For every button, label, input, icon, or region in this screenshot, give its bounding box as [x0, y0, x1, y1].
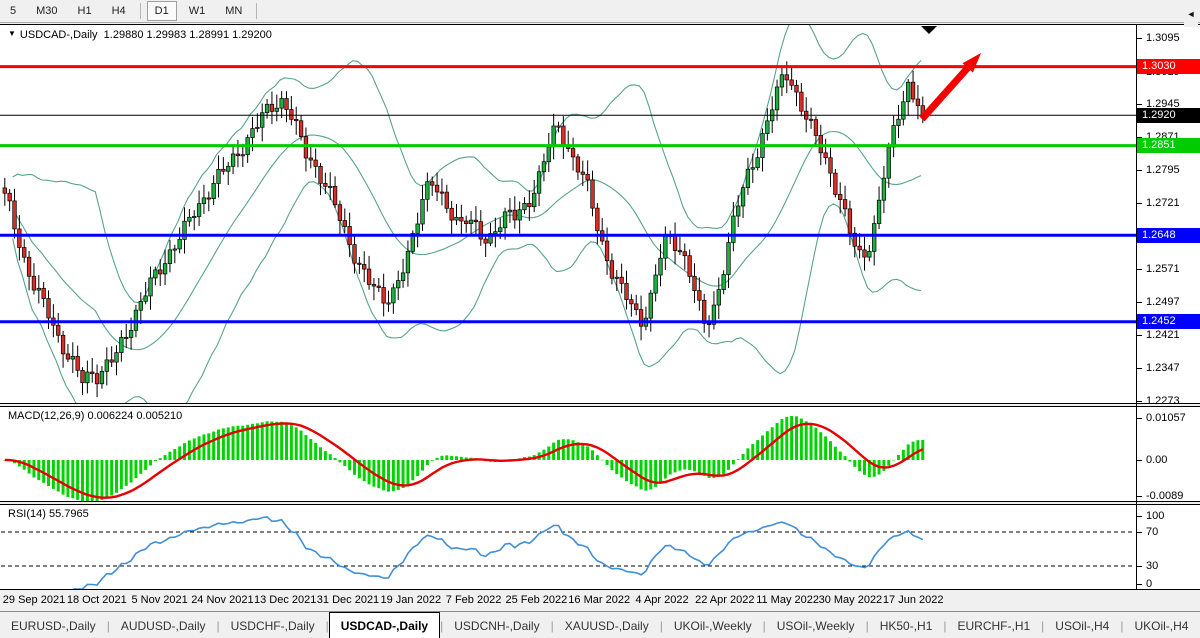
axis-tick — [1136, 566, 1142, 567]
axis-tick-label: 1.2497 — [1146, 296, 1180, 308]
symbol-tab-hk50-h1[interactable]: HK50-,H1 — [869, 612, 944, 638]
axis-tick-label: 1.2347 — [1146, 362, 1180, 374]
tab-scroll-left-icon[interactable]: ◄ — [1184, 0, 1198, 27]
axis-tick-label: 1.2795 — [1146, 164, 1180, 176]
axis-tick-label: 1.2721 — [1146, 197, 1180, 209]
axis-tick — [1136, 269, 1142, 270]
symbol-tab-usoil-weekly[interactable]: USOil-,Weekly — [766, 612, 866, 638]
axis-tick — [1136, 335, 1142, 336]
chart-ohlc-values: 1.29880 1.29983 1.28991 1.29200 — [104, 29, 272, 41]
axis-tick-label: 1.2421 — [1146, 329, 1180, 341]
date-axis-label: 17 Jun 2022 — [868, 594, 958, 606]
axis-tick — [1136, 532, 1142, 533]
rsi-indicator-label: RSI(14) 55.7965 — [8, 508, 89, 520]
price-flag-1-2920: 1.2920 — [1137, 108, 1200, 123]
symbol-tab-ukoil-h4[interactable]: UKOil-,H4 — [1123, 612, 1199, 638]
symbol-tab-usdcad-daily[interactable]: USDCAD-,Daily — [329, 612, 440, 638]
axis-tick — [1136, 302, 1142, 303]
timeframe-button-5[interactable]: 5 — [2, 1, 24, 21]
axis-tick — [1136, 104, 1142, 105]
date-axis[interactable]: 29 Sep 202118 Oct 20215 Nov 202124 Nov 2… — [0, 590, 1200, 611]
axis-tick-label: 1.2571 — [1146, 263, 1180, 275]
timeframe-button-d1[interactable]: D1 — [147, 1, 177, 21]
price-flag-1-2851: 1.2851 — [1137, 138, 1200, 153]
axis-tick-label: 1.3095 — [1146, 32, 1180, 44]
axis-tick-label: 100 — [1146, 510, 1164, 522]
axis-tick — [1136, 460, 1142, 461]
toolbar-separator — [140, 3, 141, 19]
chart-symbol-period: USDCAD-,Daily — [20, 29, 98, 41]
rsi-pane[interactable] — [0, 504, 1200, 590]
symbol-tab-usdcnh-daily[interactable]: USDCNH-,Daily — [443, 612, 550, 638]
price-chart-pane[interactable] — [0, 24, 1200, 404]
symbol-tab-eurchf-h1[interactable]: EURCHF-,H1 — [947, 612, 1042, 638]
axis-tick — [1136, 170, 1142, 171]
axis-tick-label: 0.00 — [1146, 454, 1167, 466]
axis-tick — [1136, 368, 1142, 369]
symbol-tab-xauusd-daily[interactable]: XAUUSD-,Daily — [554, 612, 660, 638]
price-flag-1-2648: 1.2648 — [1137, 228, 1200, 243]
axis-tick — [1136, 516, 1142, 517]
symbol-tab-ukoil-weekly[interactable]: UKOil-,Weekly — [663, 612, 763, 638]
macd-indicator-label: MACD(12,26,9) 0.006224 0.005210 — [8, 410, 182, 422]
symbol-tab-audusd-daily[interactable]: AUDUSD-,Daily — [110, 612, 217, 638]
timeframe-button-mn[interactable]: MN — [217, 1, 250, 21]
axis-tick — [1136, 418, 1142, 419]
axis-tick-label: 0 — [1146, 578, 1152, 590]
timeframe-toolbar: 5M30H1H4 D1W1MN — [0, 0, 1200, 23]
chart-title: ▼ USDCAD-,Daily 1.29880 1.29983 1.28991 1… — [8, 29, 272, 41]
symbol-tab-eurusd-daily[interactable]: EURUSD-,Daily — [0, 612, 107, 638]
symbol-tab-usdchf-daily[interactable]: USDCHF-,Daily — [220, 612, 326, 638]
timeframe-button-h1[interactable]: H1 — [70, 1, 100, 21]
axis-tick-label: -0.0089 — [1146, 490, 1183, 502]
price-flag-1-3030: 1.3030 — [1137, 59, 1200, 74]
timeframe-button-h4[interactable]: H4 — [104, 1, 134, 21]
axis-tick-label: 0.01057 — [1146, 412, 1186, 424]
symbol-tab-usoil-h4[interactable]: USOil-,H4 — [1044, 612, 1120, 638]
timeframe-button-m30[interactable]: M30 — [28, 1, 65, 21]
price-flag-1-2452: 1.2452 — [1137, 314, 1200, 329]
toolbar-separator — [256, 3, 257, 19]
axis-tick-label: 30 — [1146, 560, 1158, 572]
axis-tick-label: 1.2273 — [1146, 395, 1180, 407]
axis-tick — [1136, 38, 1142, 39]
axis-tick — [1136, 496, 1142, 497]
trading-terminal-window: 5M30H1H4 D1W1MN ▼ USDCAD-,Daily 1.29880 1.… — [0, 0, 1200, 638]
chart-title-marker-icon: ▼ — [8, 29, 16, 38]
axis-tick — [1136, 203, 1142, 204]
symbol-tab-bar: EURUSD-,Daily|AUDUSD-,Daily|USDCHF-,Dail… — [0, 611, 1200, 638]
axis-tick — [1136, 584, 1142, 585]
timeframe-list: 5M30H1H4 D1W1MN — [0, 1, 261, 21]
axis-tick — [1136, 401, 1142, 402]
timeframe-button-w1[interactable]: W1 — [181, 1, 214, 21]
axis-tick-label: 70 — [1146, 526, 1158, 538]
